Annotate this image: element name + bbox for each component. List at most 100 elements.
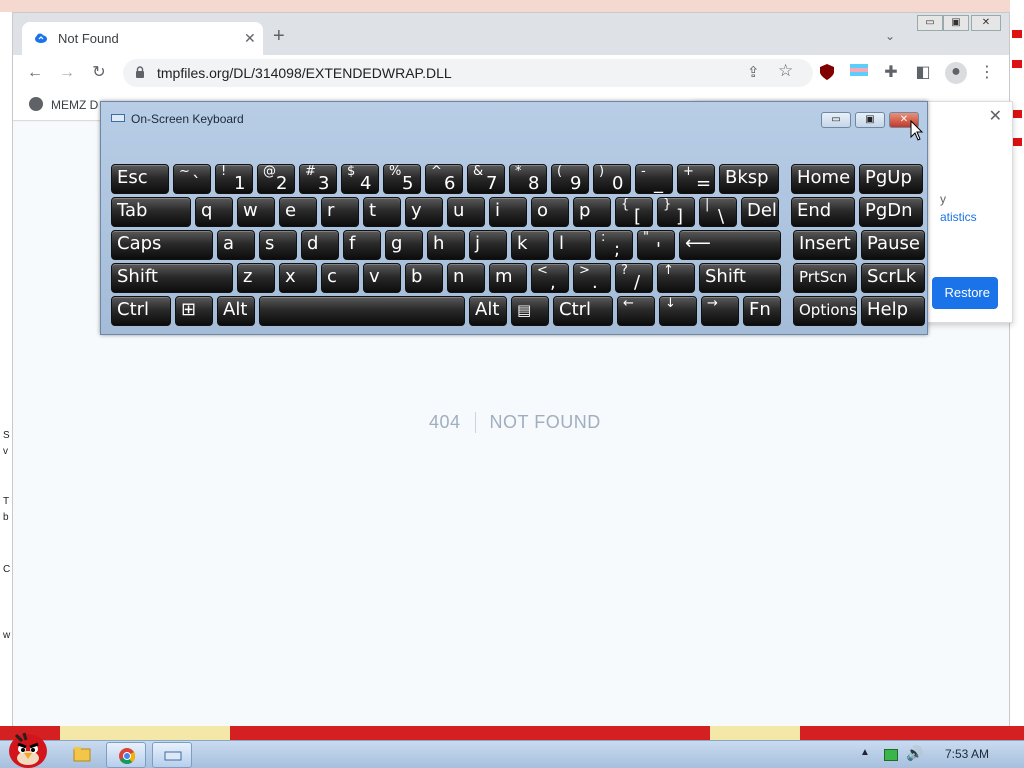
key-p[interactable]: p xyxy=(573,197,611,227)
bookmark-item[interactable]: MEMZ D xyxy=(29,97,98,112)
key-symbol[interactable]: * 8 xyxy=(509,164,547,194)
key-shift[interactable]: Shift xyxy=(699,263,781,293)
key-z[interactable]: z xyxy=(237,263,275,293)
key-s[interactable]: s xyxy=(259,230,297,260)
reload-icon[interactable]: ↻ xyxy=(89,63,109,83)
key-l[interactable]: l xyxy=(553,230,591,260)
key-x[interactable]: x xyxy=(279,263,317,293)
tab-not-found[interactable]: Not Found ✕ xyxy=(22,22,263,55)
key-symbol[interactable]: $4 xyxy=(341,164,379,194)
flag-extension-icon[interactable] xyxy=(849,63,869,83)
key-ctrl[interactable]: Ctrl xyxy=(111,296,171,326)
key-d[interactable]: d xyxy=(301,230,339,260)
key-symbol[interactable]: {[ xyxy=(615,197,653,227)
key-symbol[interactable]: #3 xyxy=(299,164,337,194)
key-pause[interactable]: Pause xyxy=(861,230,925,260)
osk-title-bar[interactable]: On-Screen Keyboard ▭ ▣ ✕ xyxy=(101,102,927,132)
taskbar-chrome[interactable] xyxy=(106,742,146,768)
key-pgup[interactable]: PgUp xyxy=(859,164,923,194)
volume-icon[interactable]: 🔊 xyxy=(906,745,923,762)
key-space[interactable] xyxy=(259,296,465,326)
extensions-puzzle-icon[interactable]: ✚ xyxy=(881,63,901,83)
tab-close-icon[interactable]: ✕ xyxy=(244,30,256,47)
taskbar-osk[interactable] xyxy=(152,742,192,768)
key-o[interactable]: o xyxy=(531,197,569,227)
key-n[interactable]: n xyxy=(447,263,485,293)
key-c[interactable]: c xyxy=(321,263,359,293)
key-shift[interactable]: Shift xyxy=(111,263,233,293)
key-end[interactable]: End xyxy=(791,197,855,227)
back-icon[interactable]: ← xyxy=(25,63,45,83)
key-t[interactable]: t xyxy=(363,197,401,227)
key-symbol[interactable]: (9 xyxy=(551,164,589,194)
key-caps[interactable]: Caps xyxy=(111,230,213,260)
key-symbol[interactable]: % 5 xyxy=(383,164,421,194)
key-v[interactable]: v xyxy=(363,263,401,293)
maximize-button[interactable]: ▣ xyxy=(943,15,969,31)
close-window-button[interactable]: ✕ xyxy=(971,15,1001,31)
key-g[interactable]: g xyxy=(385,230,423,260)
key-symbol[interactable]: - _ xyxy=(635,164,673,194)
key-symbol[interactable]: ← xyxy=(617,296,655,326)
key-h[interactable]: h xyxy=(427,230,465,260)
menu-dots-icon[interactable]: ⋮ xyxy=(977,63,997,83)
osk-minimize-button[interactable]: ▭ xyxy=(821,112,851,128)
key-symbol[interactable]: | \ xyxy=(699,197,737,227)
key-help[interactable]: Help xyxy=(861,296,925,326)
key-pgdn[interactable]: PgDn xyxy=(859,197,923,227)
key-r[interactable]: r xyxy=(321,197,359,227)
new-tab-button[interactable]: + xyxy=(273,26,285,46)
key-q[interactable]: q xyxy=(195,197,233,227)
bookmark-star-icon[interactable]: ☆ xyxy=(778,61,793,81)
key-symbol[interactable]: ? / xyxy=(615,263,653,293)
key-esc[interactable]: Esc xyxy=(111,164,169,194)
start-button-icon[interactable] xyxy=(4,729,52,768)
key-b[interactable]: b xyxy=(405,263,443,293)
key-symbol[interactable]: " ' xyxy=(637,230,675,260)
side-panel-icon[interactable]: ◧ xyxy=(913,63,933,83)
key-prtscn[interactable]: PrtScn xyxy=(793,263,857,293)
ublock-icon[interactable] xyxy=(817,63,837,83)
key-symbol[interactable]: ▤ xyxy=(511,296,549,326)
minimize-button[interactable]: ▭ xyxy=(917,15,943,31)
key-a[interactable]: a xyxy=(217,230,255,260)
popup-close-icon[interactable]: ✕ xyxy=(989,106,1002,126)
key-symbol[interactable]: :; xyxy=(595,230,633,260)
tray-expand-icon[interactable]: ▲ xyxy=(860,747,870,758)
key-symbol[interactable]: → xyxy=(701,296,739,326)
key-home[interactable]: Home xyxy=(791,164,855,194)
share-icon[interactable]: ⇪ xyxy=(747,63,760,81)
key-alt[interactable]: Alt xyxy=(469,296,507,326)
key-symbol[interactable]: ⟵ xyxy=(679,230,781,260)
key-m[interactable]: m xyxy=(489,263,527,293)
key-bksp[interactable]: Bksp xyxy=(719,164,779,194)
network-icon[interactable] xyxy=(884,749,898,761)
key-symbol[interactable]: @2 xyxy=(257,164,295,194)
address-bar[interactable]: tmpfiles.org/DL/314098/EXTENDEDWRAP.DLL … xyxy=(123,59,813,87)
forward-icon[interactable]: → xyxy=(57,63,77,83)
key-j[interactable]: j xyxy=(469,230,507,260)
taskbar-explorer[interactable] xyxy=(62,742,102,768)
key-tab[interactable]: Tab xyxy=(111,197,191,227)
popup-link[interactable]: atistics xyxy=(940,210,977,224)
key-symbol[interactable]: ↓ xyxy=(659,296,697,326)
key-y[interactable]: y xyxy=(405,197,443,227)
restore-button[interactable]: Restore xyxy=(932,277,998,309)
key-symbol[interactable]: >. xyxy=(573,263,611,293)
clock[interactable]: 7:53 AM xyxy=(945,747,989,761)
key-w[interactable]: w xyxy=(237,197,275,227)
key-symbol[interactable]: ! 1 xyxy=(215,164,253,194)
osk-maximize-button[interactable]: ▣ xyxy=(855,112,885,128)
key-i[interactable]: i xyxy=(489,197,527,227)
key-symbol[interactable]: }] xyxy=(657,197,695,227)
key-fn[interactable]: Fn xyxy=(743,296,781,326)
key-options[interactable]: Options xyxy=(793,296,857,326)
key-symbol[interactable]: ) 0 xyxy=(593,164,631,194)
key-k[interactable]: k xyxy=(511,230,549,260)
key-symbol[interactable]: ⊞ xyxy=(175,296,213,326)
key-u[interactable]: u xyxy=(447,197,485,227)
key-ctrl[interactable]: Ctrl xyxy=(553,296,613,326)
key-f[interactable]: f xyxy=(343,230,381,260)
key-symbol[interactable]: + = xyxy=(677,164,715,194)
key-scrlk[interactable]: ScrLk xyxy=(861,263,925,293)
